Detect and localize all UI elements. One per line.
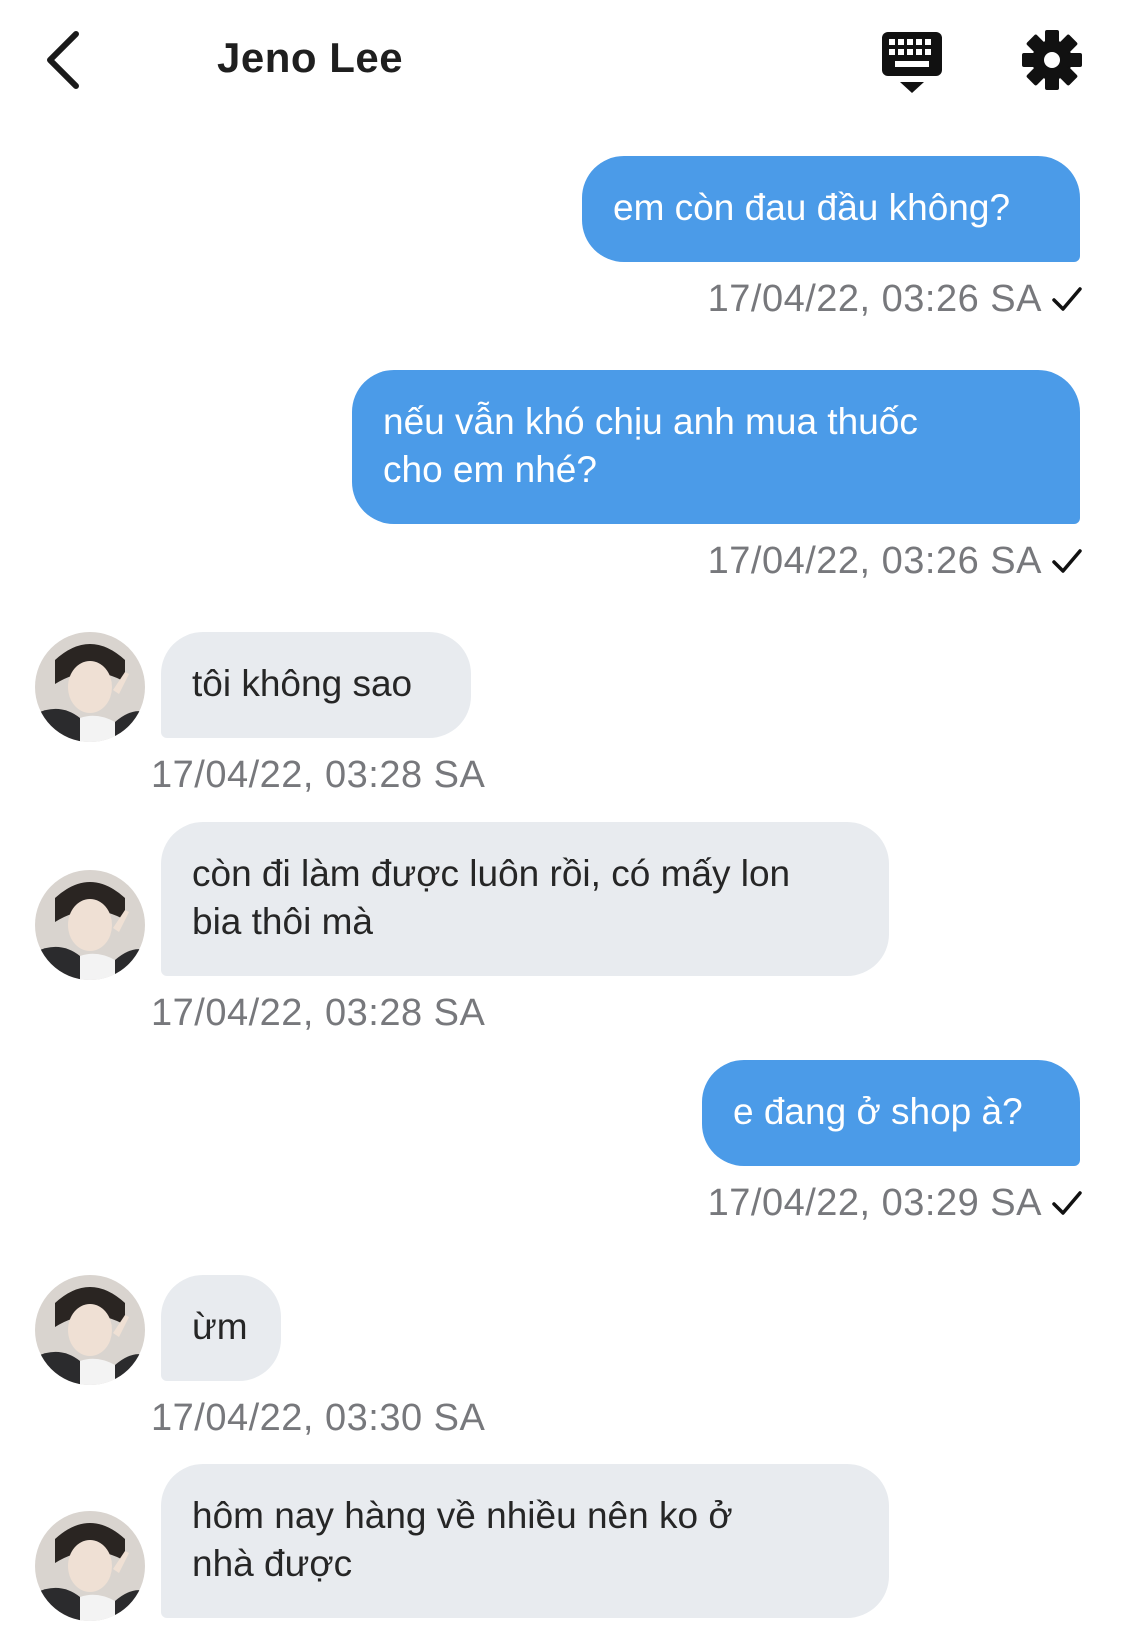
chat-header: Jeno Lee — [0, 0, 1125, 130]
incoming-message-bubble[interactable]: còn đi làm được luôn rồi, có mấy lon bia… — [161, 822, 889, 976]
message-timestamp: 17/04/22, 03:28 SA — [151, 992, 486, 1034]
outgoing-message-bubble[interactable]: nếu vẫn khó chịu anh mua thuốc cho em nh… — [352, 370, 1080, 524]
contact-avatar[interactable] — [35, 632, 145, 742]
read-check-icon — [1052, 549, 1082, 573]
outgoing-message-bubble[interactable]: em còn đau đầu không? — [582, 156, 1080, 262]
gear-icon — [1022, 30, 1082, 90]
outgoing-message-bubble[interactable]: e đang ở shop à? — [702, 1060, 1080, 1166]
avatar-photo — [35, 1275, 145, 1385]
keyboard-button[interactable] — [880, 30, 944, 96]
settings-button[interactable] — [1020, 28, 1084, 92]
read-check-icon — [1052, 1191, 1082, 1215]
incoming-message-bubble[interactable]: tôi không sao — [161, 632, 471, 738]
contact-avatar[interactable] — [35, 1275, 145, 1385]
message-timestamp: 17/04/22, 03:26 SA — [707, 278, 1042, 320]
message-timestamp: 17/04/22, 03:28 SA — [151, 754, 486, 796]
chevron-left-icon — [47, 31, 79, 89]
contact-avatar[interactable] — [35, 870, 145, 980]
incoming-message-bubble[interactable]: hôm nay hàng về nhiều nên ko ở nhà được — [161, 1464, 889, 1618]
message-timestamp: 17/04/22, 03:29 SA — [707, 1182, 1042, 1224]
chat-title: Jeno Lee — [217, 34, 404, 81]
keyboard-icon — [882, 32, 942, 93]
avatar-photo — [35, 1511, 145, 1621]
incoming-message-bubble[interactable]: ừm — [161, 1275, 281, 1381]
read-check-icon — [1052, 287, 1082, 311]
message-timestamp: 17/04/22, 03:26 SA — [707, 540, 1042, 582]
avatar-photo — [35, 870, 145, 980]
avatar-photo — [35, 632, 145, 742]
contact-avatar[interactable] — [35, 1511, 145, 1621]
message-timestamp: 17/04/22, 03:30 SA — [151, 1397, 486, 1439]
back-button[interactable] — [40, 28, 90, 92]
